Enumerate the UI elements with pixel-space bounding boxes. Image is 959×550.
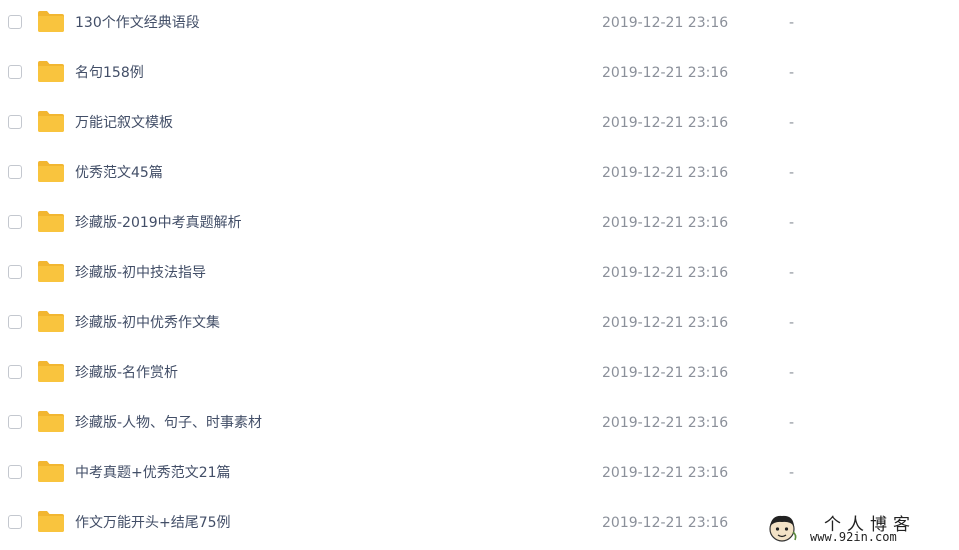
folder-icon: [38, 361, 64, 382]
file-row[interactable]: 珍藏版-名作赏析 2019-12-21 23:16 -: [0, 350, 959, 400]
folder-icon: [38, 61, 64, 82]
file-modified-date: 2019-12-21 23:16: [602, 65, 729, 81]
file-modified-date: 2019-12-21 23:16: [602, 115, 729, 131]
file-modified-date: 2019-12-21 23:16: [602, 365, 729, 381]
folder-icon: [38, 511, 64, 532]
file-name[interactable]: 珍藏版-名作赏析: [75, 363, 178, 383]
folder-icon: [38, 11, 64, 32]
row-checkbox[interactable]: [8, 15, 22, 29]
folder-icon: [38, 461, 64, 482]
row-checkbox[interactable]: [8, 315, 22, 329]
folder-icon: [38, 161, 64, 182]
file-modified-date: 2019-12-21 23:16: [602, 265, 729, 281]
folder-icon: [38, 111, 64, 132]
file-size: -: [789, 115, 795, 131]
file-row[interactable]: 中考真题+优秀范文21篇 2019-12-21 23:16 -: [0, 450, 959, 500]
cartoon-avatar-icon: [769, 515, 797, 542]
file-modified-date: 2019-12-21 23:16: [602, 15, 729, 31]
file-list: 130个作文经典语段 2019-12-21 23:16 - 名句158例 201…: [0, 0, 959, 550]
file-name[interactable]: 万能记叙文模板: [75, 113, 173, 133]
file-row[interactable]: 珍藏版-初中优秀作文集 2019-12-21 23:16 -: [0, 300, 959, 350]
row-checkbox[interactable]: [8, 415, 22, 429]
row-checkbox[interactable]: [8, 215, 22, 229]
watermark-url: www.92in.com: [810, 530, 897, 544]
row-checkbox[interactable]: [8, 365, 22, 379]
file-row[interactable]: 珍藏版-人物、句子、时事素材 2019-12-21 23:16 -: [0, 400, 959, 450]
row-checkbox[interactable]: [8, 515, 22, 529]
file-modified-date: 2019-12-21 23:16: [602, 415, 729, 431]
row-checkbox[interactable]: [8, 165, 22, 179]
file-modified-date: 2019-12-21 23:16: [602, 165, 729, 181]
file-name[interactable]: 珍藏版-初中技法指导: [75, 263, 206, 283]
row-checkbox[interactable]: [8, 65, 22, 79]
file-size: -: [789, 465, 795, 481]
row-checkbox[interactable]: [8, 115, 22, 129]
file-size: -: [789, 165, 795, 181]
file-name[interactable]: 珍藏版-人物、句子、时事素材: [75, 413, 262, 433]
file-modified-date: 2019-12-21 23:16: [602, 315, 729, 331]
file-size: -: [789, 365, 795, 381]
file-name[interactable]: 中考真题+优秀范文21篇: [75, 463, 231, 483]
file-size: -: [789, 215, 795, 231]
file-row[interactable]: 珍藏版-初中技法指导 2019-12-21 23:16 -: [0, 250, 959, 300]
blog-watermark: 个人博客 www.92in.com: [766, 508, 956, 548]
file-row[interactable]: 名句158例 2019-12-21 23:16 -: [0, 50, 959, 100]
file-row[interactable]: 珍藏版-2019中考真题解析 2019-12-21 23:16 -: [0, 200, 959, 250]
file-name[interactable]: 130个作文经典语段: [75, 13, 200, 33]
file-size: -: [789, 315, 795, 331]
file-row[interactable]: 万能记叙文模板 2019-12-21 23:16 -: [0, 100, 959, 150]
file-name[interactable]: 珍藏版-2019中考真题解析: [75, 213, 242, 233]
file-size: -: [789, 15, 795, 31]
row-checkbox[interactable]: [8, 465, 22, 479]
file-row[interactable]: 优秀范文45篇 2019-12-21 23:16 -: [0, 150, 959, 200]
folder-icon: [38, 211, 64, 232]
file-name[interactable]: 名句158例: [75, 63, 144, 83]
file-size: -: [789, 265, 795, 281]
file-row[interactable]: 130个作文经典语段 2019-12-21 23:16 -: [0, 0, 959, 50]
file-name[interactable]: 优秀范文45篇: [75, 163, 163, 183]
file-name[interactable]: 珍藏版-初中优秀作文集: [75, 313, 220, 333]
file-modified-date: 2019-12-21 23:16: [602, 215, 729, 231]
folder-icon: [38, 311, 64, 332]
folder-icon: [38, 411, 64, 432]
folder-icon: [38, 261, 64, 282]
row-checkbox[interactable]: [8, 265, 22, 279]
file-size: -: [789, 65, 795, 81]
file-modified-date: 2019-12-21 23:16: [602, 515, 729, 531]
file-name[interactable]: 作文万能开头+结尾75例: [75, 513, 231, 533]
file-modified-date: 2019-12-21 23:16: [602, 465, 729, 481]
file-size: -: [789, 415, 795, 431]
